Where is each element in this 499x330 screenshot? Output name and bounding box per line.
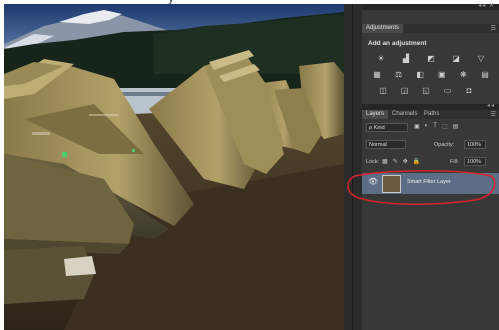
exposure-icon[interactable]: ◪ (451, 54, 461, 64)
lock-label: Lock: (366, 159, 380, 165)
brightness-icon[interactable]: ☀ (376, 54, 386, 64)
color-lookup-icon[interactable]: ▤ (480, 70, 490, 80)
layers-tab-row: Layers Channels Paths ☰ (362, 110, 499, 119)
layer-row[interactable]: 👁 Smart Filter Layer (362, 173, 499, 194)
threshold-icon[interactable]: ◱ (421, 86, 431, 96)
channel-mixer-icon[interactable]: ❋ (458, 70, 468, 80)
levels-icon[interactable]: ▟ (401, 54, 411, 64)
collapse-arrows-icon-2[interactable]: ◂◂ (487, 102, 495, 109)
collapse-arrows-icon[interactable]: ◂◂ ✕ (478, 2, 495, 9)
lock-all-icon[interactable]: 🔒 (413, 158, 420, 165)
adjust-icons-row-1: ☀ ▟ ◩ ◪ ▽ (376, 54, 486, 64)
top-panel-bar: ◂◂ ✕ (362, 2, 499, 10)
selective-color-icon[interactable]: ◘ (464, 86, 474, 96)
photo-boats-image (4, 4, 344, 330)
panels-dock: ◂◂ ✕ Adjustments ☰ Add an adjustment ☀ ▟… (362, 2, 499, 330)
lock-icons: ▦ ✎ ✥ 🔒 (382, 158, 420, 165)
strip-divider (352, 4, 353, 330)
adjust-filter-icon[interactable]: ◐ (425, 123, 429, 130)
bw-icon[interactable]: ◧ (415, 70, 425, 80)
layer-thumbnail (382, 175, 401, 193)
lock-position-icon[interactable]: ✥ (403, 158, 408, 165)
lock-pixels-icon[interactable]: ✎ (393, 158, 398, 165)
visibility-eye-icon[interactable]: 👁 (368, 177, 378, 186)
gradient-map-icon[interactable]: ▭ (443, 86, 453, 96)
tab-paths[interactable]: Paths (420, 110, 443, 119)
shape-filter-icon[interactable]: ⬚ (442, 123, 448, 130)
adjustments-tab-row: Adjustments ☰ (362, 24, 499, 33)
vibrance-icon[interactable]: ▽ (476, 54, 486, 64)
fill-label: Fill: (450, 159, 459, 165)
add-adjustment-label: Add an adjustment (368, 40, 427, 47)
layers-menu-icon[interactable]: ☰ (491, 111, 496, 118)
hue-sat-icon[interactable]: ▦ (372, 70, 382, 80)
opacity-label: Opacity: (434, 142, 455, 148)
lock-transparent-icon[interactable]: ▦ (382, 158, 388, 165)
invert-icon[interactable]: ◫ (378, 86, 388, 96)
tab-channels[interactable]: Channels (388, 110, 421, 119)
panel-menu-icon[interactable]: ☰ (491, 25, 496, 32)
tab-adjustments[interactable]: Adjustments (362, 24, 404, 33)
adjust-icons-row-2: ▦ ⚖ ◧ ▣ ❋ ▤ (372, 70, 490, 80)
tab-layers[interactable]: Layers (362, 110, 389, 119)
fill-field[interactable]: 100% (464, 157, 486, 166)
smart-filter-icon[interactable]: ▤ (453, 123, 459, 130)
blend-mode-select[interactable]: Normal (366, 140, 406, 149)
canvas-photo[interactable] (4, 4, 344, 330)
kind-filter-select[interactable]: ρ Kind (366, 123, 408, 132)
curves-icon[interactable]: ◩ (426, 54, 436, 64)
type-filter-icon[interactable]: T (433, 123, 437, 130)
panel-collapse-strip[interactable] (344, 4, 362, 330)
opacity-field[interactable]: 100% (464, 140, 486, 149)
layer-name[interactable]: Smart Filter Layer (407, 179, 451, 185)
pixel-filter-icon[interactable]: ▣ (414, 123, 420, 130)
adjust-icons-row-3: ◫ ◲ ◱ ▭ ◘ (378, 86, 474, 96)
color-balance-icon[interactable]: ⚖ (394, 70, 404, 80)
photo-filter-icon[interactable]: ▣ (437, 70, 447, 80)
filter-icons: ▣ ◐ T ⬚ ▤ (414, 123, 458, 130)
posterize-icon[interactable]: ◲ (400, 86, 410, 96)
